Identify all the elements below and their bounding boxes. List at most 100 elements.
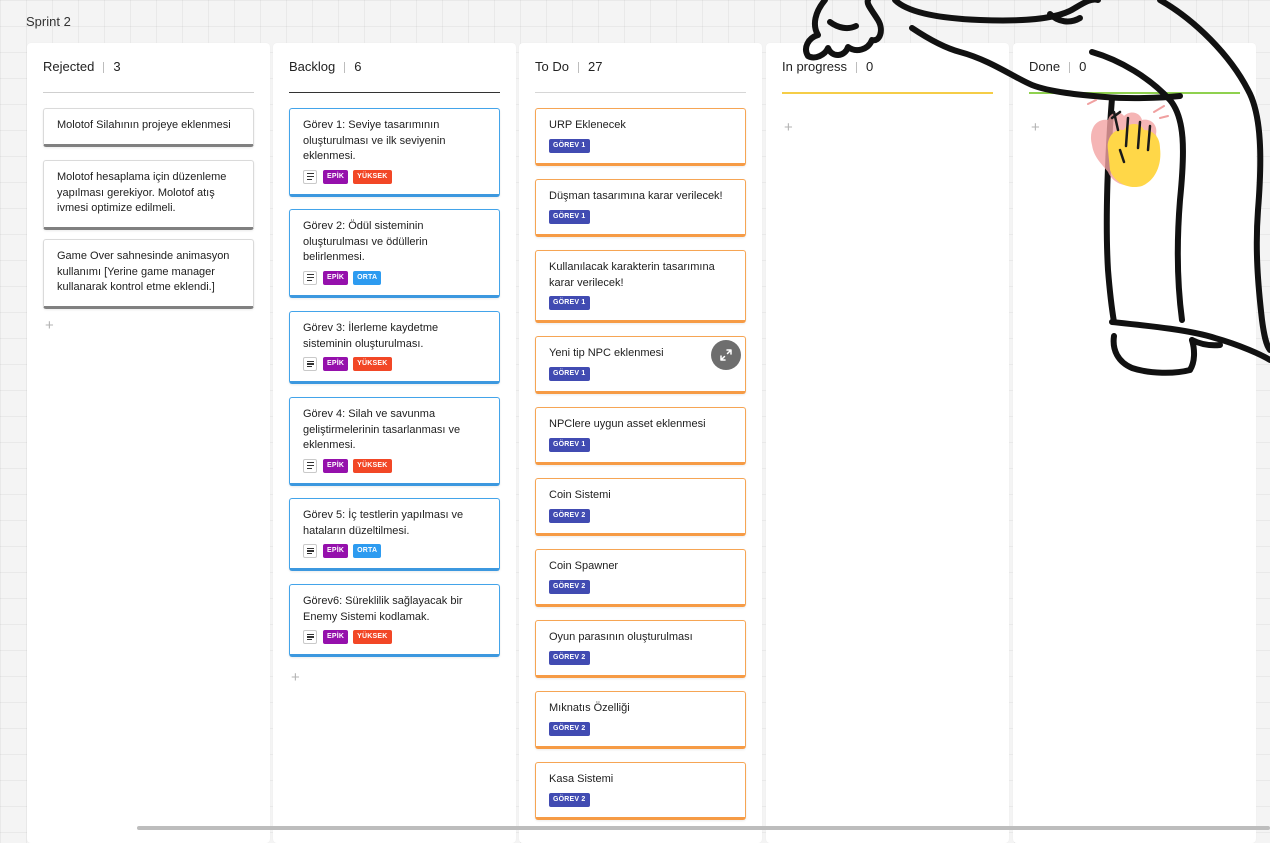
card-title: Game Over sahnesinde animasyon kullanımı… xyxy=(57,250,230,293)
card-title: Görev6: Süreklilik sağlayacak bir Enemy … xyxy=(303,595,463,623)
card-title: Molotof Silahının projeye eklenmesi xyxy=(57,119,231,131)
add-card-button[interactable]: + xyxy=(291,670,300,685)
card-title: Molotof hesaplama için düzenleme yapılma… xyxy=(57,171,227,214)
card[interactable]: Game Over sahnesinde animasyon kullanımı… xyxy=(43,239,254,309)
card-title: Görev 1: Seviye tasarımının oluşturulmas… xyxy=(303,119,446,162)
column-header[interactable]: Backlog 6 xyxy=(289,59,500,93)
card[interactable]: URP Eklenecek GÖREV 1 xyxy=(535,108,746,166)
card[interactable]: NPClere uygun asset eklenmesi GÖREV 1 xyxy=(535,407,746,465)
column-header[interactable]: Rejected 3 xyxy=(43,59,254,93)
tag-epik[interactable]: EPİK xyxy=(323,544,349,558)
card[interactable]: Görev 1: Seviye tasarımının oluşturulmas… xyxy=(289,108,500,197)
column-header[interactable]: Done 0 xyxy=(1029,59,1240,94)
card-title: URP Eklenecek xyxy=(549,119,626,131)
card-tags: EPİK ORTA xyxy=(303,544,487,558)
column-done: Done 0 + xyxy=(1013,43,1256,843)
tag-gorev[interactable]: GÖREV 1 xyxy=(549,437,590,452)
tag-gorev[interactable]: GÖREV 1 xyxy=(549,366,590,381)
tag-epik[interactable]: EPİK xyxy=(323,458,349,473)
card[interactable]: Oyun parasının oluşturulması GÖREV 2 xyxy=(535,620,746,678)
expand-arrows-icon[interactable] xyxy=(711,340,741,370)
card[interactable]: Görev 4: Silah ve savunma geliştirmeleri… xyxy=(289,397,500,486)
card-title: Görev 2: Ödül sisteminin oluşturulması v… xyxy=(303,220,428,263)
card-title: Görev 3: İlerleme kaydetme sisteminin ol… xyxy=(303,322,439,350)
card-title: Coin Sistemi xyxy=(549,489,611,501)
column-todo: To Do 27 URP Eklenecek GÖREV 1 Düşman ta… xyxy=(519,43,762,843)
card-tags: EPİK ORTA xyxy=(303,270,487,285)
card[interactable]: Kullanılacak karakterin tasarımına karar… xyxy=(535,250,746,323)
column-title: Rejected xyxy=(43,59,95,74)
card[interactable]: Görev 2: Ödül sisteminin oluşturulması v… xyxy=(289,209,500,298)
card-title: Görev 5: İç testlerin yapılması ve hatal… xyxy=(303,509,464,537)
card-title: Görev 4: Silah ve savunma geliştirmeleri… xyxy=(303,408,461,451)
description-lines-icon[interactable] xyxy=(303,270,317,285)
tag-priority[interactable]: YÜKSEK xyxy=(353,357,392,371)
tag-epik[interactable]: EPİK xyxy=(323,270,349,285)
tag-gorev[interactable]: GÖREV 2 xyxy=(549,650,590,665)
card[interactable]: Yeni tip NPC eklenmesi GÖREV 1 xyxy=(535,336,746,394)
tag-epik[interactable]: EPİK xyxy=(323,169,349,184)
card-title: NPClere uygun asset eklenmesi xyxy=(549,418,706,430)
description-lines-icon[interactable] xyxy=(303,357,317,371)
card[interactable]: Coin Spawner GÖREV 2 xyxy=(535,549,746,607)
column-title: Backlog xyxy=(289,59,336,74)
tag-gorev[interactable]: GÖREV 2 xyxy=(549,721,590,736)
column-rejected: Rejected 3 Molotof Silahının projeye ekl… xyxy=(27,43,270,843)
card-title: Kullanılacak karakterin tasarımına karar… xyxy=(549,261,715,289)
card[interactable]: Coin Sistemi GÖREV 2 xyxy=(535,478,746,536)
card-tags: EPİK YÜKSEK xyxy=(303,630,487,644)
description-lines-icon[interactable] xyxy=(303,630,317,644)
card-title: Coin Spawner xyxy=(549,560,619,572)
card-title: Oyun parasının oluşturulması xyxy=(549,631,693,643)
header-divider xyxy=(103,62,105,73)
tag-epik[interactable]: EPİK xyxy=(323,630,349,644)
card[interactable]: Görev6: Süreklilik sağlayacak bir Enemy … xyxy=(289,584,500,657)
tag-priority[interactable]: YÜKSEK xyxy=(353,458,392,473)
card-count: 0 xyxy=(866,59,874,74)
card[interactable]: Görev 5: İç testlerin yapılması ve hatal… xyxy=(289,498,500,571)
column-backlog: Backlog 6 Görev 1: Seviye tasarımının ol… xyxy=(273,43,516,843)
header-divider xyxy=(577,62,579,73)
description-lines-icon[interactable] xyxy=(303,544,317,558)
description-lines-icon[interactable] xyxy=(303,458,317,473)
tag-gorev[interactable]: GÖREV 2 xyxy=(549,792,590,807)
tag-gorev[interactable]: GÖREV 2 xyxy=(549,579,590,594)
add-card-button[interactable]: + xyxy=(1031,120,1040,135)
header-divider xyxy=(856,62,858,73)
horizontal-scrollbar[interactable] xyxy=(137,826,1270,830)
tag-priority[interactable]: ORTA xyxy=(353,544,382,558)
card-tags: EPİK YÜKSEK xyxy=(303,169,487,184)
card-count: 0 xyxy=(1079,59,1087,74)
column-title: In progress xyxy=(782,59,848,74)
add-card-button[interactable]: + xyxy=(45,318,54,333)
header-divider xyxy=(344,62,346,73)
card-count: 3 xyxy=(113,59,121,74)
tag-priority[interactable]: YÜKSEK xyxy=(353,169,392,184)
card-title: Mıknatıs Özelliği xyxy=(549,702,630,714)
tag-priority[interactable]: YÜKSEK xyxy=(353,630,392,644)
card[interactable]: Molotof Silahının projeye eklenmesi xyxy=(43,108,254,147)
card[interactable]: Mıknatıs Özelliği GÖREV 2 xyxy=(535,691,746,749)
card[interactable]: Düşman tasarımına karar verilecek! GÖREV… xyxy=(535,179,746,237)
card-count: 6 xyxy=(354,59,362,74)
column-header[interactable]: In progress 0 xyxy=(782,59,993,94)
tag-gorev[interactable]: GÖREV 1 xyxy=(549,209,590,224)
header-divider xyxy=(1069,62,1071,73)
add-card-button[interactable]: + xyxy=(784,120,793,135)
card[interactable]: Molotof hesaplama için düzenleme yapılma… xyxy=(43,160,254,230)
tag-priority[interactable]: ORTA xyxy=(353,270,382,285)
column-header[interactable]: To Do 27 xyxy=(535,59,746,93)
card[interactable]: Kasa Sistemi GÖREV 2 xyxy=(535,762,746,820)
tag-epik[interactable]: EPİK xyxy=(323,357,349,371)
card-count: 27 xyxy=(587,59,603,74)
board-title: Sprint 2 xyxy=(26,14,71,29)
card-title: Kasa Sistemi xyxy=(549,773,614,785)
card-tags: EPİK YÜKSEK xyxy=(303,458,487,473)
tag-gorev[interactable]: GÖREV 2 xyxy=(549,508,590,523)
column-title: Done xyxy=(1029,59,1061,74)
card[interactable]: Görev 3: İlerleme kaydetme sisteminin ol… xyxy=(289,311,500,384)
description-lines-icon[interactable] xyxy=(303,169,317,184)
tag-gorev[interactable]: GÖREV 1 xyxy=(549,296,590,310)
tag-gorev[interactable]: GÖREV 1 xyxy=(549,138,590,153)
card-tags: EPİK YÜKSEK xyxy=(303,357,487,371)
